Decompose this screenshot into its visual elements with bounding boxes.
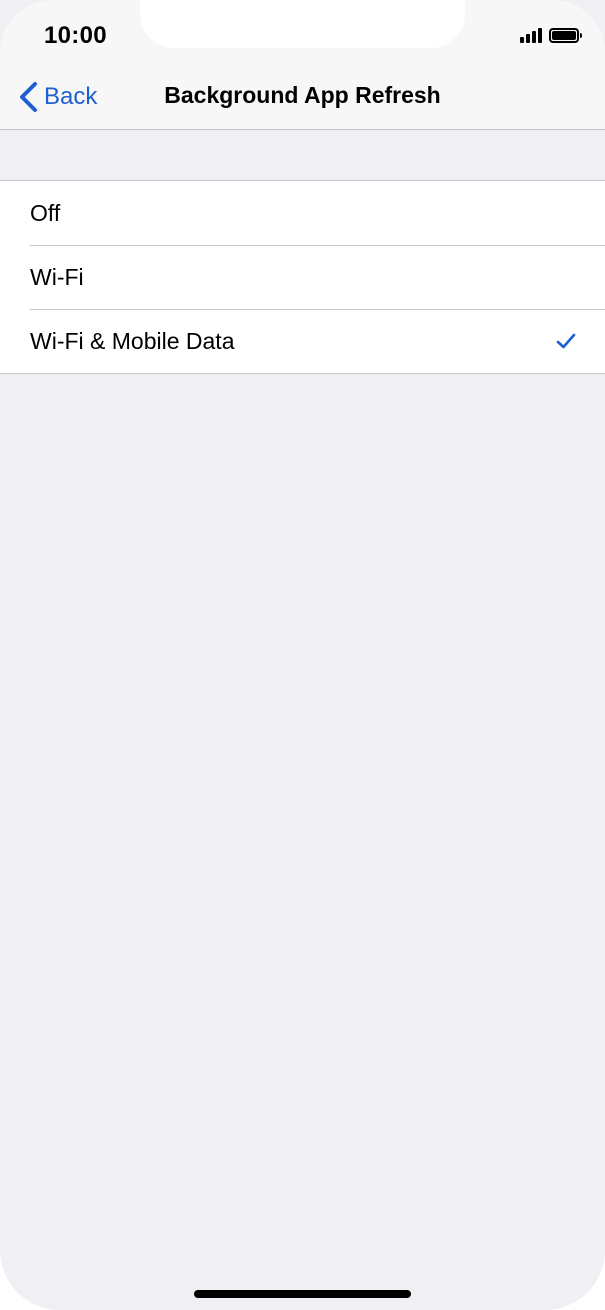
option-wifi-mobile-data[interactable]: Wi-Fi & Mobile Data: [0, 309, 605, 373]
option-wifi[interactable]: Wi-Fi: [0, 245, 605, 309]
option-off[interactable]: Off: [0, 181, 605, 245]
option-label: Wi-Fi & Mobile Data: [30, 327, 235, 354]
option-label: Wi-Fi: [30, 263, 84, 290]
device-notch: [140, 0, 465, 48]
page-title: Background App Refresh: [164, 82, 441, 108]
top-bar: 10:00 Back Background App Refresh: [0, 0, 605, 130]
refresh-options-list: Off Wi-Fi Wi-Fi & Mobile Data: [0, 180, 605, 374]
option-label: Off: [30, 199, 61, 226]
status-time: 10:00: [44, 22, 107, 49]
battery-icon: [549, 28, 582, 43]
checkmark-icon: [556, 333, 576, 349]
phone-screen: 10:00 Back Background App Refresh Off Wi…: [0, 0, 605, 1310]
cellular-signal-icon: [520, 27, 542, 43]
home-indicator[interactable]: [194, 1290, 411, 1298]
status-indicators: [520, 27, 582, 43]
